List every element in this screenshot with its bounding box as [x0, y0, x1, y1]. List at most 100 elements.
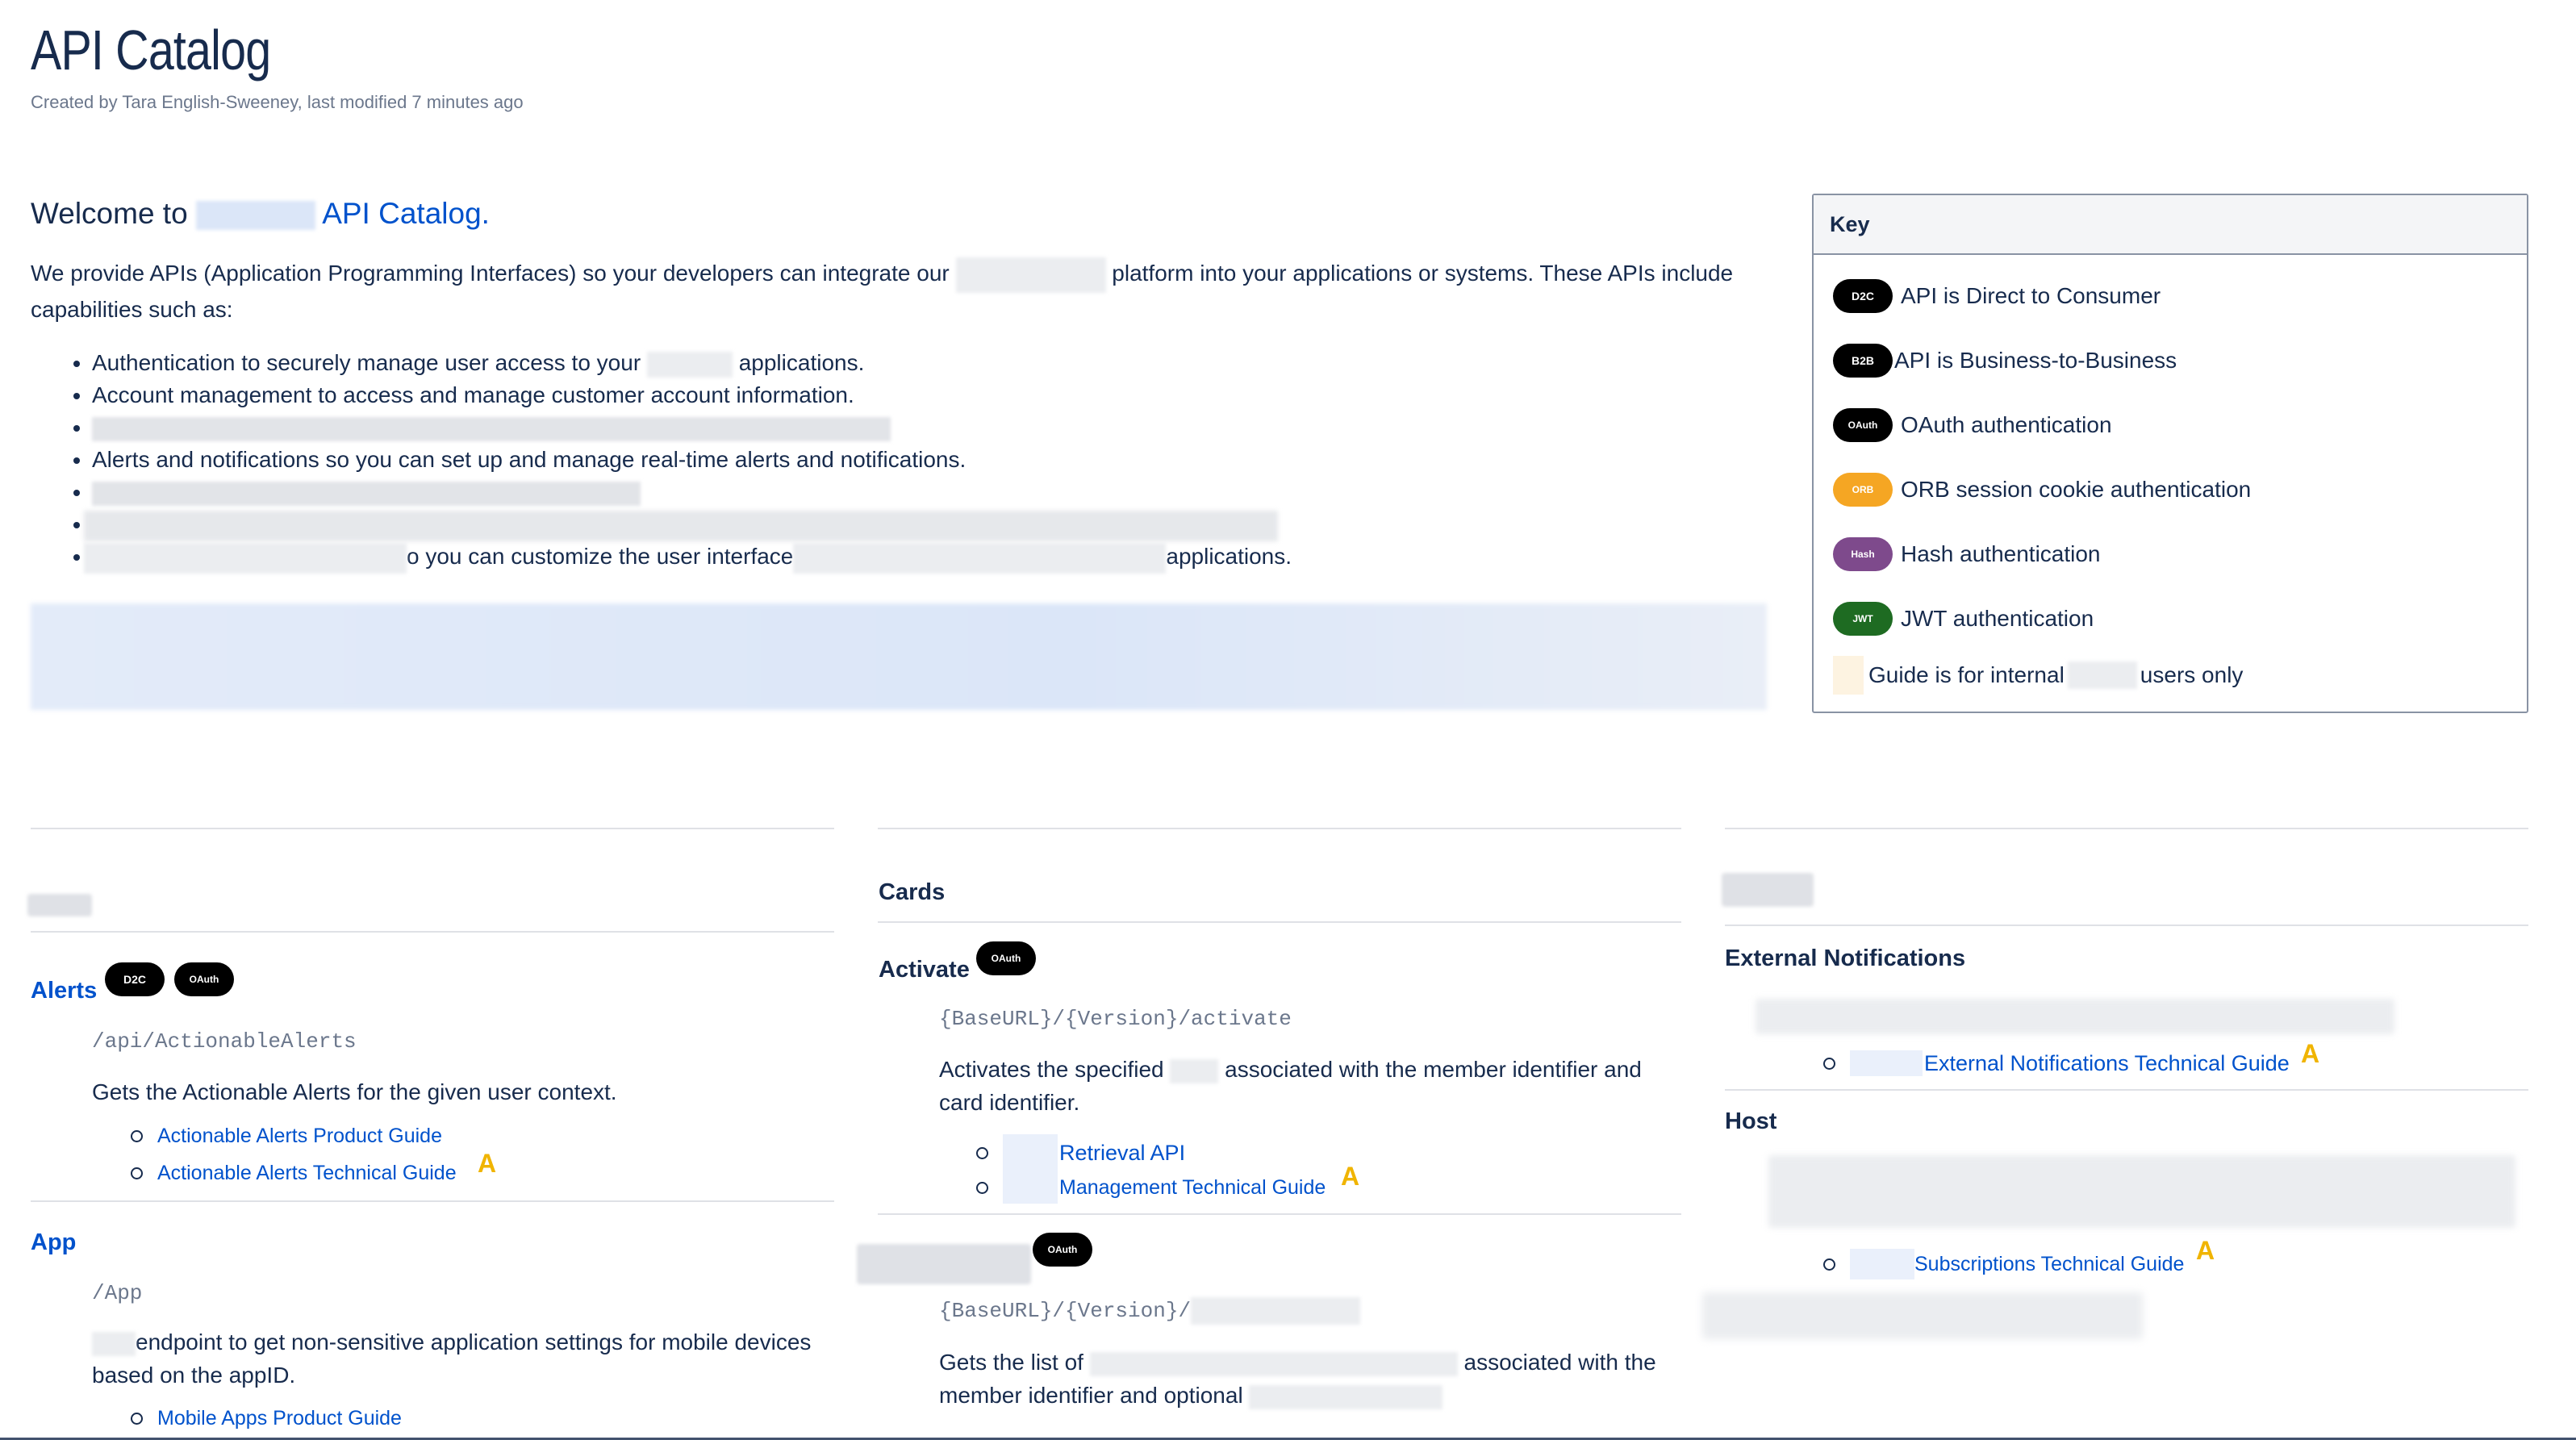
- redacted-block: [1003, 1171, 1058, 1204]
- d2c-badge: D2C: [1833, 279, 1893, 313]
- list-item: o you can customize the user interfaceap…: [84, 541, 1292, 574]
- list-item: [84, 508, 1292, 541]
- list-item: Alerts and notifications so you can set …: [92, 444, 1292, 476]
- redacted-block: [2067, 662, 2137, 689]
- capabilities-list: Authentication to securely manage user a…: [61, 347, 1292, 574]
- redacted-block: [1191, 1297, 1361, 1325]
- alerts-path: /api/ActionableAlerts: [92, 1029, 357, 1054]
- host-title: Host: [1725, 1108, 1777, 1134]
- hash-badge: Hash: [1833, 537, 1893, 571]
- second-api-description: Gets the list of associated with the mem…: [939, 1350, 1656, 1409]
- divider: [1725, 1089, 2528, 1091]
- key-row-hash: Hash Hash authentication: [1833, 534, 2101, 574]
- second-api-path: {BaseURL}/{Version}/: [939, 1297, 1361, 1325]
- divider: [878, 1213, 1681, 1215]
- redacted-block: [195, 201, 315, 231]
- welcome-prefix: Welcome to: [31, 197, 188, 230]
- internal-guide-icon: A: [478, 1149, 497, 1178]
- internal-icon: [1833, 656, 1864, 695]
- key-row-jwt: JWT JWT authentication: [1833, 599, 2094, 639]
- external-notifications-title: External Notifications: [1725, 945, 1966, 971]
- guide-item: External Notifications Technical Guide: [1823, 1050, 2290, 1076]
- cards-section-title: Cards: [879, 879, 946, 905]
- jwt-badge: JWT: [1833, 602, 1893, 636]
- divider: [878, 828, 1681, 829]
- b2b-badge: B2B: [1833, 344, 1893, 378]
- d2c-badge: D2C: [105, 962, 165, 996]
- redacted-section-title: [1722, 873, 1814, 907]
- redacted-block: [1170, 1058, 1219, 1083]
- redacted-description: [1756, 999, 2394, 1034]
- divider: [31, 931, 834, 933]
- app-link[interactable]: App: [31, 1229, 76, 1256]
- oauth-badge: OAuth: [976, 941, 1036, 975]
- guide-item: Subscriptions Technical Guide: [1823, 1249, 2184, 1279]
- key-row-b2b: B2B API is Business-to-Business: [1833, 340, 2177, 381]
- key-row-orb: ORB ORB session cookie authentication: [1833, 470, 2251, 510]
- redacted-block: [1702, 1292, 2143, 1339]
- actionable-alerts-product-guide-link[interactable]: Actionable Alerts Product Guide: [157, 1125, 442, 1148]
- orb-badge: ORB: [1833, 473, 1893, 507]
- redacted-block: [1249, 1384, 1443, 1409]
- bullet-circle: [131, 1413, 143, 1425]
- internal-guide-icon: A: [2196, 1236, 2215, 1265]
- bullet-circle: [976, 1181, 988, 1194]
- oauth-badge: OAuth: [1833, 408, 1893, 442]
- mobile-apps-product-guide-link[interactable]: Mobile Apps Product Guide: [157, 1407, 402, 1430]
- guide-item: Retrieval API: [976, 1134, 1185, 1171]
- internal-guide-icon: A: [1341, 1162, 1360, 1191]
- welcome-catalog-link[interactable]: API Catalog.: [322, 197, 490, 230]
- management-technical-guide-link[interactable]: Management Technical Guide: [1059, 1176, 1326, 1200]
- key-panel: Key D2C API is Direct to Consumer B2B AP…: [1812, 194, 2528, 713]
- welcome-heading: Welcome to API Catalog.: [31, 197, 490, 231]
- page-title: API Catalog: [31, 19, 271, 81]
- key-row-oauth: OAuth OAuth authentication: [1833, 405, 2112, 445]
- alerts-description: Gets the Actionable Alerts for the given…: [92, 1079, 617, 1104]
- app-path: /App: [92, 1281, 143, 1305]
- external-notifications-technical-guide-link[interactable]: External Notifications Technical Guide: [1924, 1051, 2290, 1076]
- guide-item: Mobile Apps Product Guide: [131, 1407, 402, 1430]
- activate-path: {BaseURL}/{Version}/activate: [939, 1007, 1292, 1031]
- bullet-circle: [131, 1130, 143, 1142]
- bullet-circle: [1823, 1057, 1835, 1070]
- divider: [1725, 828, 2528, 829]
- activate-title: Activate: [879, 957, 970, 983]
- key-row-d2c: D2C API is Direct to Consumer: [1833, 276, 2161, 316]
- list-item: [92, 411, 1292, 444]
- oauth-badge: OAuth: [174, 962, 234, 996]
- redacted-block: [1003, 1134, 1058, 1171]
- redacted-block: [1850, 1249, 1914, 1279]
- app-description: endpoint to get non-sensitive applicatio…: [92, 1329, 812, 1388]
- page-byline: Created by Tara English-Sweeney, last mo…: [31, 92, 524, 112]
- list-item: Authentication to securely manage user a…: [92, 347, 1292, 379]
- key-title: Key: [1814, 195, 2527, 255]
- divider: [1725, 925, 2528, 926]
- list-item: Account management to access and manage …: [92, 379, 1292, 411]
- redacted-block: [955, 257, 1106, 293]
- redacted-description: [1768, 1155, 2515, 1228]
- bullet-circle: [1823, 1258, 1835, 1271]
- divider: [878, 921, 1681, 923]
- redacted-block: [92, 1331, 136, 1356]
- guide-item: Management Technical Guide: [976, 1171, 1326, 1204]
- alerts-link[interactable]: Alerts: [31, 978, 97, 1004]
- bullet-circle: [131, 1167, 143, 1179]
- redacted-block: [1850, 1050, 1923, 1076]
- key-row-internal: Guide is for internal users only: [1833, 655, 2243, 695]
- subscriptions-technical-guide-link[interactable]: Subscriptions Technical Guide: [1914, 1253, 2184, 1276]
- intro-paragraph: We provide APIs (Application Programming…: [31, 257, 1741, 326]
- redacted-block: [1089, 1351, 1458, 1376]
- divider: [31, 1200, 834, 1202]
- activate-description: Activates the specified associated with …: [939, 1057, 1642, 1115]
- retrieval-api-link[interactable]: Retrieval API: [1059, 1141, 1185, 1166]
- bullet-circle: [976, 1146, 988, 1159]
- redacted-api-title: [857, 1244, 1031, 1284]
- guide-item: Actionable Alerts Product Guide: [131, 1125, 442, 1148]
- intro-text-1: We provide APIs (Application Programming…: [31, 261, 950, 286]
- oauth-badge: OAuth: [1033, 1233, 1092, 1267]
- redacted-section-title: [27, 894, 92, 916]
- divider: [31, 828, 834, 829]
- redacted-banner: [31, 603, 1767, 710]
- guide-item: Actionable Alerts Technical Guide: [131, 1162, 457, 1185]
- actionable-alerts-technical-guide-link[interactable]: Actionable Alerts Technical Guide: [157, 1162, 457, 1185]
